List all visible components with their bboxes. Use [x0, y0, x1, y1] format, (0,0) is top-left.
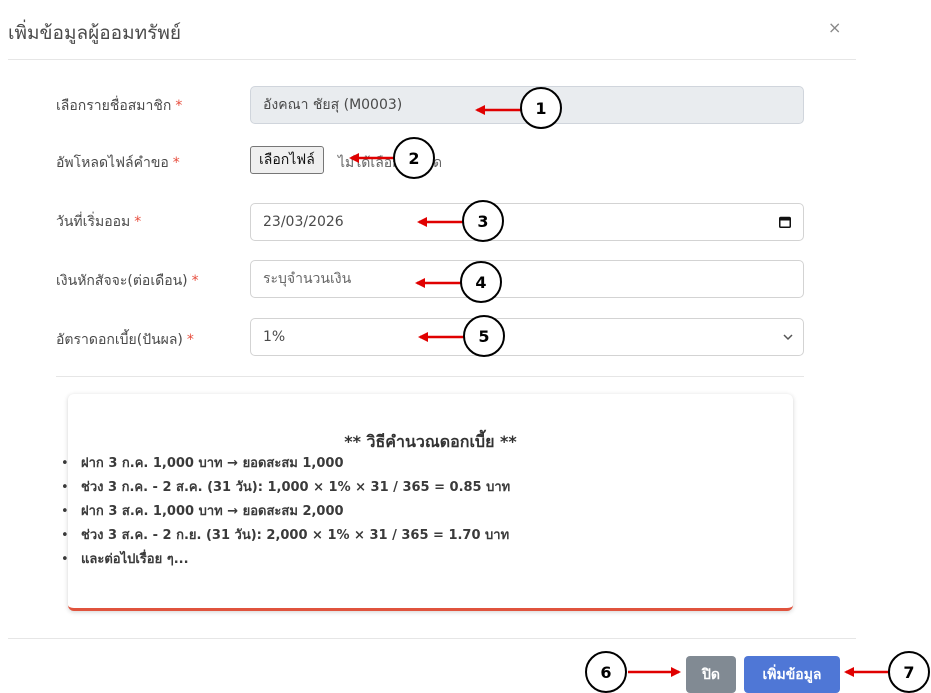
footer-divider — [8, 638, 856, 639]
add-data-button[interactable]: เพิ่มข้อมูล — [744, 656, 840, 693]
calc-item: ช่วง 3 ส.ค. - 2 ก.ย. (31 วัน): 2,000 × 1… — [61, 524, 510, 548]
required-mark: * — [186, 332, 194, 348]
member-label-text: เลือกรายชื่อสมาชิก — [56, 98, 172, 114]
start-date-label: วันที่เริ่มออม * — [56, 211, 141, 233]
file-status: ไม่ได้เลือกไฟล์ใด — [338, 155, 443, 171]
required-mark: * — [175, 98, 183, 114]
required-mark: * — [134, 214, 142, 230]
annotation-label: 6 — [600, 663, 611, 682]
deduction-input[interactable]: ระบุจำนวนเงิน — [250, 260, 804, 298]
deduction-label-text: เงินหักสัจจะ(ต่อเดือน) — [56, 273, 188, 289]
deduction-label: เงินหักสัจจะ(ต่อเดือน) * — [56, 270, 199, 292]
calc-item: ฝาก 3 ก.ค. 1,000 บาท → ยอดสะสม 1,000 — [61, 452, 510, 476]
rate-selected: 1% — [263, 329, 286, 345]
required-mark: * — [191, 273, 199, 289]
close-icon[interactable]: × — [828, 18, 841, 37]
rate-label-text: อัตราดอกเบี้ย(ปันผล) — [56, 332, 183, 348]
annotation-7: 7 — [844, 651, 930, 693]
calc-item: และต่อไปเรื่อย ๆ... — [61, 548, 510, 572]
form-divider — [56, 376, 804, 377]
calculation-card: ** วิธีคำนวณดอกเบี้ย ** ฝาก 3 ก.ค. 1,000… — [61, 394, 793, 611]
start-date-input[interactable]: 23/03/2026 — [250, 203, 804, 241]
calc-item: ช่วง 3 ก.ค. - 2 ส.ค. (31 วัน): 1,000 × 1… — [61, 476, 510, 500]
calc-item: ฝาก 3 ส.ค. 1,000 บาท → ยอดสะสม 2,000 — [61, 500, 510, 524]
annotation-6: 6 — [585, 651, 681, 693]
header-divider — [8, 59, 856, 60]
member-value: อังคณา ชัยสุ (M0003) — [263, 97, 403, 113]
deduction-placeholder: ระบุจำนวนเงิน — [263, 271, 352, 287]
member-label: เลือกรายชื่อสมาชิก * — [56, 95, 182, 117]
start-date-label-text: วันที่เริ่มออม — [56, 214, 131, 230]
chevron-down-icon — [783, 334, 793, 341]
rate-select[interactable]: 1% — [250, 318, 804, 356]
file-label-text: อัพโหลดไฟล์คำขอ — [56, 155, 169, 171]
choose-file-button[interactable]: เลือกไฟล์ — [250, 146, 324, 174]
start-date-value: 23/03/2026 — [263, 214, 344, 230]
rate-label: อัตราดอกเบี้ย(ปันผล) * — [56, 329, 194, 351]
calendar-icon[interactable] — [779, 216, 791, 228]
required-mark: * — [172, 155, 180, 171]
annotation-label: 7 — [903, 663, 914, 682]
calc-list: ฝาก 3 ก.ค. 1,000 บาท → ยอดสะสม 1,000 ช่ว… — [61, 452, 510, 572]
modal-title: เพิ่มข้อมูลผู้ออมทรัพย์ — [8, 22, 181, 44]
file-label: อัพโหลดไฟล์คำขอ * — [56, 152, 180, 174]
member-select[interactable]: อังคณา ชัยสุ (M0003) — [250, 86, 804, 124]
close-button[interactable]: ปิด — [686, 656, 736, 693]
